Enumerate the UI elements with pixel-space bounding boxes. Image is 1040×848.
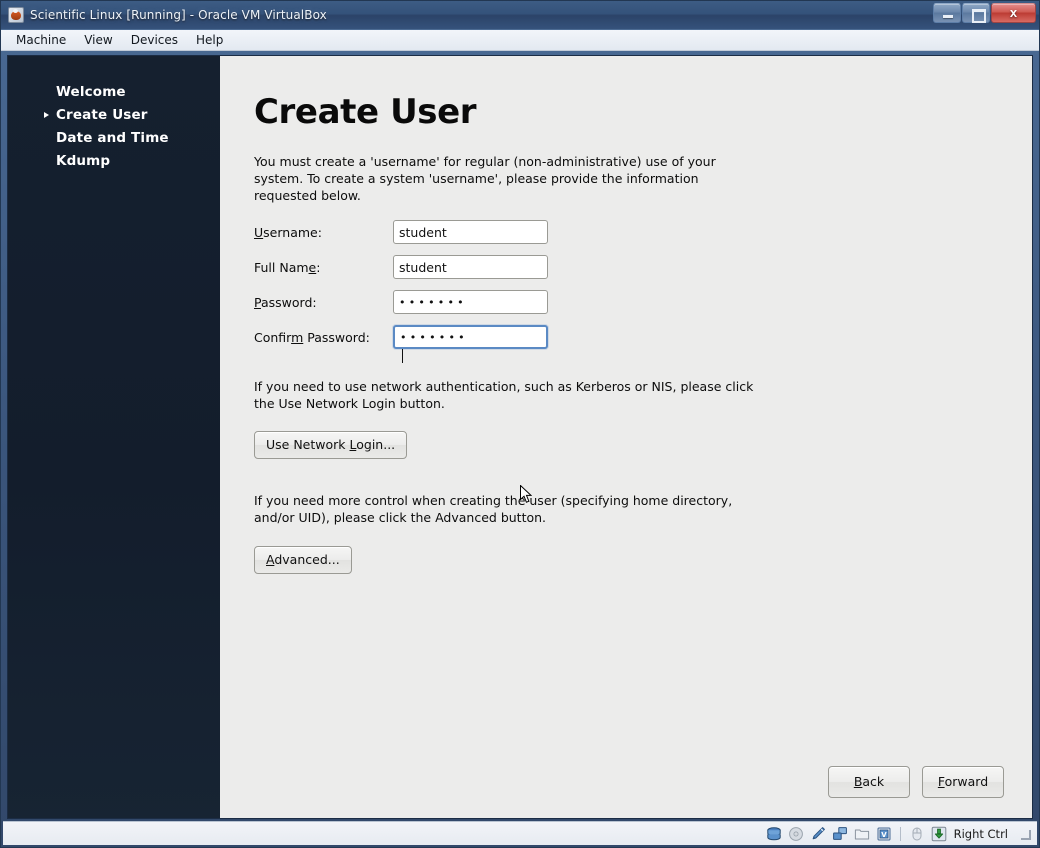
full-name-label-pre: Full Nam — [254, 259, 309, 275]
minimize-button[interactable] — [933, 3, 961, 23]
advanced-button[interactable]: Advanced... — [254, 545, 352, 574]
host-key-label: Right Ctrl — [953, 826, 1008, 841]
menu-view[interactable]: View — [75, 31, 121, 49]
confirm-password-masked-value: ••••••• — [400, 330, 468, 344]
sidebar-item-label: Kdump — [56, 152, 111, 169]
menu-machine[interactable]: Machine — [7, 31, 75, 49]
sidebar-item-welcome[interactable]: Welcome — [8, 80, 220, 103]
back-button[interactable]: Back — [828, 766, 910, 798]
password-input[interactable]: ••••••• — [393, 290, 548, 315]
host-key-icon[interactable] — [931, 826, 947, 842]
confirm-password-label-post: Password: — [303, 329, 370, 345]
sidebar-item-create-user[interactable]: Create User — [8, 103, 220, 126]
forward-mnemonic: F — [937, 774, 945, 789]
current-step-marker-icon — [44, 111, 49, 118]
create-user-form: Username: Full Name: Password: ••••••• C… — [254, 220, 1032, 363]
full-name-input[interactable] — [393, 255, 548, 280]
svg-text:V: V — [881, 831, 887, 839]
network-login-label-post: ogin... — [356, 436, 396, 452]
page-title: Create User — [254, 92, 477, 132]
password-mnemonic: P — [254, 294, 261, 310]
username-input[interactable] — [393, 220, 548, 245]
text-caret — [402, 348, 403, 363]
window-controls: x — [933, 3, 1036, 23]
menu-devices[interactable]: Devices — [122, 31, 187, 49]
window-title: Scientific Linux [Running] - Oracle VM V… — [30, 8, 327, 22]
virtualbox-logo-icon — [8, 7, 24, 23]
sidebar-item-kdump[interactable]: Kdump — [8, 149, 220, 172]
menu-help[interactable]: Help — [187, 31, 232, 49]
network-login-paragraph: If you need to use network authenticatio… — [254, 379, 754, 412]
full-name-label: Full Name: — [254, 260, 393, 275]
confirm-password-input[interactable]: ••••••• — [393, 325, 548, 363]
menubar: Machine View Devices Help — [1, 30, 1039, 51]
forward-button[interactable]: Forward — [922, 766, 1004, 798]
sidebar-item-label: Date and Time — [56, 129, 169, 146]
intro-paragraph: You must create a 'username' for regular… — [254, 154, 716, 203]
vm-screen-container: Welcome Create User Date and Time Kdump — [1, 51, 1039, 821]
maximize-button[interactable] — [962, 3, 990, 23]
firstboot-dialog: Welcome Create User Date and Time Kdump — [8, 56, 1032, 818]
advanced-label-post: dvanced... — [274, 551, 340, 567]
guest-screen[interactable]: Welcome Create User Date and Time Kdump — [7, 55, 1033, 819]
folder-icon[interactable] — [854, 826, 870, 842]
window-titlebar: Scientific Linux [Running] - Oracle VM V… — [1, 1, 1039, 30]
vm-statusbar: V Right Ctrl — [3, 821, 1037, 845]
network-adapter-icon[interactable] — [810, 826, 826, 842]
statusbar-separator — [899, 826, 901, 841]
firstboot-sidebar: Welcome Create User Date and Time Kdump — [8, 56, 220, 818]
username-mnemonic: U — [254, 224, 264, 240]
confirm-password-label: Confirm Password: — [254, 330, 393, 345]
sidebar-item-date-and-time[interactable]: Date and Time — [8, 126, 220, 149]
network-login-label-pre: Use Network — [266, 436, 350, 452]
password-masked-value: ••••••• — [399, 295, 467, 309]
username-label-text: sername: — [263, 224, 322, 240]
display-icon[interactable]: V — [876, 826, 892, 842]
full-name-label-post: : — [316, 259, 321, 275]
confirm-password-mnemonic: m — [291, 329, 304, 345]
resize-grip[interactable] — [1019, 828, 1031, 840]
firstboot-content-panel: Create User You must create a 'username'… — [220, 56, 1032, 818]
virtualbox-window: Scientific Linux [Running] - Oracle VM V… — [0, 0, 1040, 848]
use-network-login-button[interactable]: Use Network Login... — [254, 430, 408, 459]
close-icon: x — [1009, 5, 1018, 20]
forward-label: orward — [944, 774, 989, 789]
back-label: ack — [862, 774, 885, 789]
wizard-navigation: Back Forward — [828, 766, 1004, 798]
hard-disk-icon[interactable] — [766, 826, 782, 842]
confirm-password-label-pre: Confir — [254, 329, 292, 345]
close-button[interactable]: x — [991, 3, 1036, 23]
username-label: Username: — [254, 225, 393, 240]
mouse-icon[interactable] — [909, 826, 925, 842]
advanced-paragraph: If you need more control when creating t… — [254, 492, 733, 525]
password-label: Password: — [254, 295, 393, 310]
shared-folders-icon[interactable] — [832, 826, 848, 842]
sidebar-item-label: Welcome — [56, 83, 126, 100]
password-label-text: assword: — [260, 294, 317, 310]
sidebar-item-label: Create User — [56, 106, 148, 123]
optical-disk-icon[interactable] — [788, 826, 804, 842]
